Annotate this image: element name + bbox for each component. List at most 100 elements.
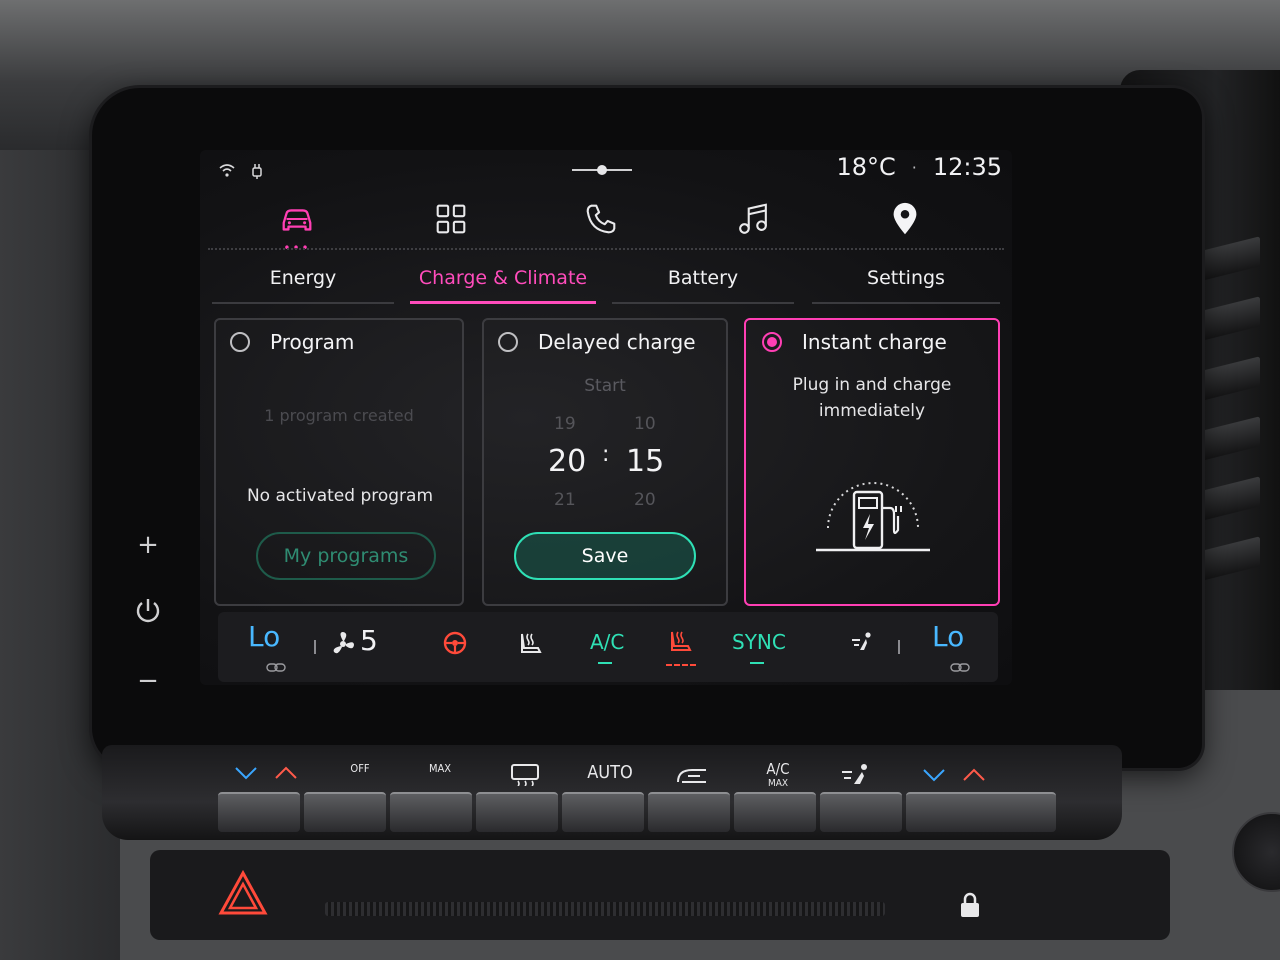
heated-seat-right-icon[interactable] xyxy=(666,628,694,660)
tab-label: Settings xyxy=(867,267,945,289)
wifi-icon xyxy=(218,162,236,184)
hour-next: 21 xyxy=(554,490,576,510)
physical-button[interactable] xyxy=(562,792,644,832)
app-bar: ••• xyxy=(200,190,1012,254)
delayed-charge-card[interactable]: Delayed charge Start 19 10 20 : 15 21 20… xyxy=(482,318,728,606)
volume-controls: + − xyxy=(128,530,168,710)
fan-icon[interactable] xyxy=(330,630,356,662)
volume-down-icon[interactable]: − xyxy=(128,666,168,696)
instant-radio[interactable] xyxy=(762,332,782,352)
apps-grid-icon[interactable] xyxy=(426,194,476,244)
delayed-radio[interactable] xyxy=(498,332,518,352)
hour-picker[interactable]: 20 xyxy=(548,444,586,479)
physical-button[interactable] xyxy=(820,792,902,832)
program-radio[interactable] xyxy=(230,332,250,352)
airflow-person-icon[interactable] xyxy=(850,630,876,660)
seat-heat-level xyxy=(666,664,696,666)
drawer-handle-icon[interactable] xyxy=(572,160,632,180)
ac-indicator xyxy=(598,662,612,664)
defrost-max-label: MAX xyxy=(428,762,452,775)
tab-label: Energy xyxy=(269,267,337,289)
start-label: Start xyxy=(584,376,626,396)
status-icons xyxy=(218,162,264,184)
physical-button[interactable] xyxy=(906,792,1056,832)
my-programs-button[interactable]: My programs xyxy=(256,532,436,580)
physical-button[interactable] xyxy=(218,792,300,832)
tab-charge-climate[interactable]: Charge & Climate xyxy=(410,258,596,304)
outside-temperature: 18°C xyxy=(836,153,896,181)
fan-speed[interactable]: 5 xyxy=(360,624,378,657)
charging-plug-icon xyxy=(250,162,264,184)
tab-settings[interactable]: Settings xyxy=(812,258,1000,304)
rear-defrost-icon[interactable] xyxy=(508,762,542,790)
tab-underline xyxy=(612,302,794,304)
charging-station-icon xyxy=(808,468,938,558)
tab-label: Battery xyxy=(667,267,739,289)
instant-charge-card[interactable]: Instant charge Plug in and charge immedi… xyxy=(744,318,1000,606)
tab-energy[interactable]: Energy xyxy=(212,258,394,304)
tab-label: Charge & Climate xyxy=(418,267,588,289)
climate-bar: Lo 5 A/C SYNC Lo xyxy=(218,612,998,682)
music-icon[interactable] xyxy=(728,194,778,244)
infotainment-screen: 18°C · 12:35 ••• Energy Charge & Climate xyxy=(200,150,1012,685)
lock-icon[interactable] xyxy=(955,890,985,920)
location-pin-icon[interactable] xyxy=(880,194,930,244)
lower-console xyxy=(150,850,1170,940)
right-temp-button[interactable]: Lo xyxy=(932,620,964,653)
power-knob[interactable] xyxy=(1232,812,1280,892)
program-title: Program xyxy=(270,330,355,354)
instant-description: Plug in and charge immediately xyxy=(792,375,952,421)
delayed-header: Delayed charge xyxy=(498,330,696,354)
link-icon xyxy=(266,658,286,677)
climate-separator xyxy=(898,640,900,654)
ac-max-label: A/C xyxy=(766,760,790,778)
volume-up-icon[interactable]: + xyxy=(128,530,168,560)
status-right: 18°C · 12:35 xyxy=(836,150,1002,184)
program-status: No activated program xyxy=(246,486,434,506)
climate-separator xyxy=(314,640,316,654)
delayed-title: Delayed charge xyxy=(538,330,696,354)
hazard-warning-icon[interactable] xyxy=(218,869,268,916)
heated-seat-left-icon[interactable] xyxy=(516,630,544,662)
status-bar: 18°C · 12:35 xyxy=(200,150,1012,190)
program-header: Program xyxy=(230,330,354,354)
clock: 12:35 xyxy=(932,153,1002,181)
ac-button[interactable]: A/C xyxy=(590,630,624,654)
link-icon xyxy=(950,658,970,677)
tab-bar: Energy Charge & Climate Battery Settings xyxy=(212,258,1002,304)
physical-button[interactable] xyxy=(734,792,816,832)
program-card[interactable]: Program 1 program created No activated p… xyxy=(214,318,464,606)
temp-down-up-left-icon[interactable] xyxy=(232,764,302,788)
recirc-off-label: OFF xyxy=(350,762,370,775)
tab-underline xyxy=(410,301,596,304)
physical-button[interactable] xyxy=(648,792,730,832)
speaker-grille xyxy=(325,902,885,916)
save-button[interactable]: Save xyxy=(514,532,696,580)
car-icon[interactable] xyxy=(272,194,322,244)
minute-next: 20 xyxy=(634,490,656,510)
hour-prev: 19 xyxy=(554,414,576,434)
status-separator: · xyxy=(911,157,917,177)
instant-title: Instant charge xyxy=(802,330,947,354)
airflow-direction-icon[interactable] xyxy=(840,762,876,792)
heated-steering-icon[interactable] xyxy=(442,630,468,660)
physical-button[interactable] xyxy=(390,792,472,832)
auto-label: AUTO xyxy=(587,762,633,783)
program-count: 1 program created xyxy=(264,406,414,425)
left-temp-button[interactable]: Lo xyxy=(248,620,280,653)
ac-max-sub-label: MAX xyxy=(767,778,789,789)
tab-underline xyxy=(212,302,394,304)
sync-button[interactable]: SYNC xyxy=(732,630,786,654)
power-icon[interactable] xyxy=(128,594,168,635)
minute-prev: 10 xyxy=(634,414,656,434)
temp-down-up-right-icon[interactable] xyxy=(920,766,990,790)
instant-header: Instant charge xyxy=(762,330,947,354)
physical-button[interactable] xyxy=(476,792,558,832)
sync-indicator xyxy=(750,662,764,664)
physical-button[interactable] xyxy=(304,792,386,832)
recirculation-icon[interactable] xyxy=(674,764,710,790)
appbar-divider xyxy=(208,248,1004,250)
minute-picker[interactable]: 15 xyxy=(626,444,664,479)
tab-battery[interactable]: Battery xyxy=(612,258,794,304)
phone-icon[interactable] xyxy=(576,194,626,244)
